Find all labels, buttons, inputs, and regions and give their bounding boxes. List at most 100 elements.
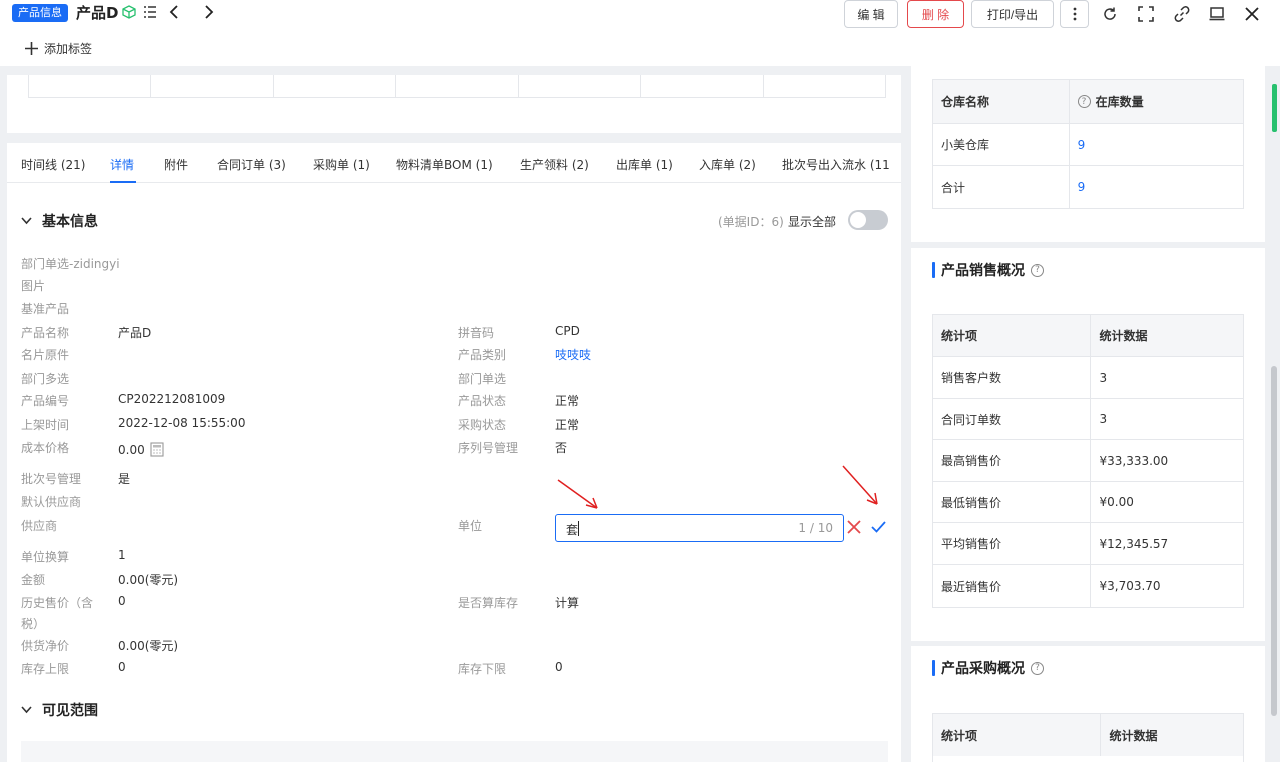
help-icon: ? [1077, 95, 1091, 108]
table-row: 平均销售价 ¥12,345.57 [933, 523, 1243, 565]
pinyin-value: CPD [555, 324, 580, 338]
calculator-icon[interactable] [150, 442, 164, 460]
tab-bom[interactable]: 物料清单BOM (1) [396, 156, 493, 173]
product-code-value: CP202212081009 [118, 392, 226, 406]
delete-button[interactable]: 删 除 [907, 0, 964, 28]
stock-max-value: 0 [118, 660, 126, 674]
listed-time-value: 2022-12-08 15:55:00 [118, 416, 246, 430]
column-header: 统计数据 [1100, 714, 1243, 756]
visible-range-header[interactable]: 可见范围 [21, 700, 98, 720]
top-bar: 产品信息 产品D 添加标签 编 辑 删 除 打印/导出 [0, 0, 1280, 66]
table-row: 合同订单数 3 [933, 399, 1243, 440]
show-all-toggle[interactable] [848, 210, 888, 230]
tab-outbound[interactable]: 出库单 (1) [616, 156, 673, 173]
amount-value: 0.00(零元) [118, 573, 179, 587]
print-export-button[interactable]: 打印/导出 [971, 0, 1054, 28]
cost-price-value: 0.00 [118, 443, 145, 457]
stock-total-link[interactable]: 9 [1068, 166, 1243, 208]
tab-timeline[interactable]: 时间线 (21) [21, 156, 85, 173]
batch-management-value: 是 [118, 472, 131, 486]
plus-icon [25, 42, 38, 55]
text-caret [578, 521, 579, 536]
chevron-down-icon [21, 217, 32, 225]
add-tag-button[interactable]: 添加标签 [25, 40, 92, 57]
next-arrow-icon[interactable] [201, 4, 217, 20]
visible-range-title: 可见范围 [42, 703, 98, 719]
sales-overview-panel: 产品销售概况? 统计项 统计数据 销售客户数 3 合同订单数 3 最高销售价 ¥33,… [911, 248, 1265, 641]
field-label: 单位换算 [21, 550, 70, 564]
visible-range-table [21, 741, 888, 762]
edit-button[interactable]: 编 辑 [844, 0, 898, 28]
cancel-edit-icon[interactable] [847, 520, 861, 537]
basic-info-header[interactable]: 基本信息 [21, 211, 98, 231]
column-header-stock-qty: ? 在库数量 [1068, 80, 1243, 123]
add-tag-label: 添加标签 [44, 42, 93, 56]
column-header: 统计数据 [1090, 315, 1243, 356]
help-icon: ? [1031, 661, 1044, 675]
field-label: 批次号管理 [21, 472, 82, 486]
stock-panel: 仓库名称 ? 在库数量 小美仓库 9 合计 9 [911, 66, 1265, 242]
scrollbar-thumb[interactable] [1271, 366, 1277, 716]
table-row: 最低销售价 ¥0.00 [933, 482, 1243, 523]
field-label: 供应商 [21, 519, 58, 533]
confirm-edit-icon[interactable] [871, 520, 886, 537]
field-label: 部门单选 [458, 372, 507, 386]
annotation-arrow-icon [557, 479, 598, 509]
close-icon[interactable] [1243, 5, 1261, 23]
field-label: 图片 [21, 279, 46, 293]
field-label: 产品编号 [21, 394, 70, 408]
field-label: 供货净价 [21, 639, 70, 653]
cube-icon[interactable] [121, 4, 137, 20]
more-vertical-icon [1073, 7, 1076, 21]
history-price-value: 0 [118, 594, 126, 608]
prev-arrow-icon[interactable] [166, 4, 182, 20]
field-label: 序列号管理 [458, 441, 519, 455]
tab-details[interactable]: 详情 [110, 156, 134, 173]
stock-min-value: 0 [555, 660, 563, 674]
tab-attachments[interactable]: 附件 [164, 156, 188, 173]
tab-production-picking[interactable]: 生产领料 (2) [520, 156, 589, 173]
stock-qty-link[interactable]: 9 [1068, 124, 1243, 165]
field-label: 基准产品 [21, 302, 70, 316]
field-label: 金额 [21, 573, 46, 587]
fullscreen-icon[interactable] [1137, 5, 1155, 23]
field-label: 默认供应商 [21, 495, 82, 509]
scroll-indicator [1272, 84, 1277, 132]
unit-input[interactable]: 套 1 / 10 [555, 514, 844, 542]
field-label: 历史售价（含 [21, 596, 94, 610]
chevron-down-icon [21, 706, 32, 714]
refresh-icon[interactable] [1101, 5, 1119, 23]
sales-overview-title: 产品销售概况 [941, 263, 1025, 279]
purchase-overview-panel: 产品采购概况? 统计项 统计数据 [911, 646, 1265, 762]
link-icon[interactable] [1173, 5, 1191, 23]
table-row: 合计 9 [933, 166, 1243, 208]
page-title: 产品D [76, 4, 119, 22]
serial-management-value: 否 [555, 441, 568, 455]
product-category-link[interactable]: 吱吱吱 [555, 346, 591, 363]
field-label: 成本价格 [21, 441, 70, 455]
active-tab-indicator [110, 181, 136, 183]
list-icon[interactable] [142, 4, 158, 20]
basic-info-title: 基本信息 [42, 214, 98, 230]
field-label: 产品名称 [21, 326, 70, 340]
tab-batch-flow[interactable]: 批次号出入流水 (11 [782, 156, 890, 173]
tab-inbound[interactable]: 入库单 (2) [699, 156, 756, 173]
table-row: 最高销售价 ¥33,333.00 [933, 440, 1243, 482]
column-header: 仓库名称 [933, 80, 1069, 123]
field-label: 库存下限 [458, 662, 507, 676]
tab-contract-orders[interactable]: 合同订单 (3) [217, 156, 286, 173]
field-label: 产品状态 [458, 394, 507, 408]
char-count: 1 / 10 [798, 521, 833, 535]
unit-conversion-value: 1 [118, 548, 126, 562]
tab-purchase-orders[interactable]: 采购单 (1) [313, 156, 370, 173]
sales-table: 统计项 统计数据 销售客户数 3 合同订单数 3 最高销售价 ¥33,333.00 最… [932, 314, 1244, 608]
net-price-value: 0.00(零元) [118, 639, 179, 653]
stock-table: 仓库名称 ? 在库数量 小美仓库 9 合计 9 [932, 79, 1244, 209]
laptop-icon[interactable] [1208, 5, 1226, 23]
help-icon: ? [1031, 263, 1044, 277]
more-button[interactable] [1060, 0, 1089, 28]
previous-table [28, 75, 886, 98]
field-label: 采购状态 [458, 418, 507, 432]
scrollbar[interactable] [1268, 66, 1280, 762]
count-stock-value: 计算 [555, 596, 580, 610]
